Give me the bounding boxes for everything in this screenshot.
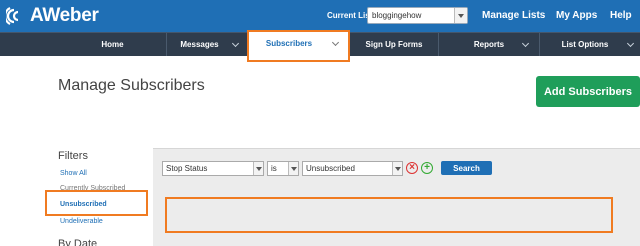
help-link[interactable]: Help xyxy=(610,10,632,21)
nav-subscribers-highlight xyxy=(247,30,350,62)
by-date-heading: By Date xyxy=(58,238,98,246)
aweber-logo[interactable]: AWeber xyxy=(6,4,99,28)
my-apps-link[interactable]: My Apps xyxy=(556,10,597,21)
results-area-highlight xyxy=(165,197,613,233)
field-select[interactable]: Stop Status xyxy=(162,161,264,176)
operator-select[interactable]: is xyxy=(267,161,299,176)
current-list-select[interactable]: bloggingehow xyxy=(367,7,468,24)
top-bar: AWeber Current List: bloggingehow Manage… xyxy=(0,0,640,32)
nav-messages[interactable]: Messages xyxy=(167,33,232,56)
chevron-down-icon[interactable] xyxy=(253,162,263,175)
operator-select-value: is xyxy=(271,164,277,173)
value-select[interactable]: Unsubscribed xyxy=(302,161,403,176)
search-button[interactable]: Search xyxy=(441,161,492,175)
value-select-value: Unsubscribed xyxy=(306,164,355,173)
aweber-logo-icon xyxy=(6,7,19,25)
chevron-down-icon[interactable] xyxy=(231,39,240,48)
filter-unsubscribed-highlight xyxy=(45,190,148,216)
nav-home[interactable]: Home xyxy=(60,33,165,56)
nav-list-options[interactable]: List Options xyxy=(540,33,630,56)
chevron-down-icon[interactable] xyxy=(288,162,298,175)
filters-heading: Filters xyxy=(58,150,88,162)
add-condition-icon[interactable]: + xyxy=(421,162,433,174)
filter-undeliverable[interactable]: Undeliverable xyxy=(60,218,103,225)
add-subscribers-button[interactable]: Add Subscribers xyxy=(536,76,640,107)
field-select-value: Stop Status xyxy=(166,164,208,173)
nav-sign-up-forms[interactable]: Sign Up Forms xyxy=(350,33,438,56)
brand-name: AWeber xyxy=(30,5,99,26)
remove-condition-icon[interactable]: × xyxy=(406,162,418,174)
filter-show-all[interactable]: Show All xyxy=(60,170,87,177)
chevron-down-icon[interactable] xyxy=(392,162,402,175)
chevron-down-icon[interactable] xyxy=(454,8,467,23)
current-list-value: bloggingehow xyxy=(372,11,422,20)
page-title: Manage Subscribers xyxy=(58,77,205,94)
manage-lists-link[interactable]: Manage Lists xyxy=(482,10,545,21)
